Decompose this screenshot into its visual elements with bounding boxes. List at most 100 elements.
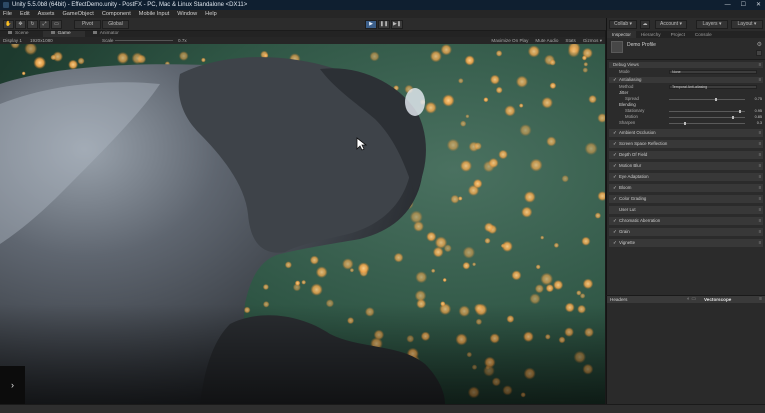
check-icon[interactable]: ✓ — [613, 196, 617, 201]
video-play-icon[interactable]: › — [0, 366, 25, 404]
monitor-menu-icon[interactable]: ≡ — [759, 296, 762, 303]
tab-inspector[interactable]: Inspector — [607, 31, 636, 38]
scale-tool-icon[interactable]: ⤢ — [39, 20, 50, 29]
stats-toggle[interactable]: Stats — [565, 37, 575, 44]
check-icon[interactable]: ✓ — [613, 130, 617, 135]
space-toggle[interactable]: Global — [102, 20, 129, 29]
effect-menu-icon[interactable]: ≡ — [758, 195, 761, 203]
spread-knob[interactable] — [714, 98, 717, 101]
menu-item-window[interactable]: Window — [177, 10, 197, 18]
antialiasing-header[interactable]: ✓ Antialiasing ≡ — [609, 77, 763, 83]
check-icon[interactable]: ✓ — [613, 174, 617, 179]
spread-slider[interactable] — [669, 98, 745, 101]
layout-dropdown[interactable]: Layout ▾ — [731, 20, 763, 29]
effect-row[interactable]: ✓ Ambient Occlusion ≡ — [609, 129, 763, 137]
check-icon[interactable]: ✓ — [613, 152, 617, 157]
resolution-dropdown[interactable]: 1920x1080 — [30, 37, 53, 44]
bokeh-particle — [424, 101, 437, 114]
tab-hierarchy[interactable]: Hierarchy — [636, 31, 666, 38]
mute-audio-toggle[interactable]: Mute Audio — [535, 37, 558, 44]
effect-row[interactable]: ✓ Chromatic Aberration ≡ — [609, 217, 763, 225]
account-dropdown[interactable]: Account ▾ — [655, 20, 687, 29]
display-dropdown[interactable]: Display 1 — [3, 37, 22, 44]
play-button[interactable]: ▶ — [365, 20, 377, 29]
effect-menu-icon[interactable]: ≡ — [758, 206, 761, 214]
layers-dropdown[interactable]: Layers ▾ — [696, 20, 728, 29]
game-viewport[interactable] — [0, 44, 605, 404]
menu-item-gameobject[interactable]: GameObject — [62, 10, 93, 18]
effect-menu-icon[interactable]: ≡ — [758, 140, 761, 148]
maximize-icon[interactable]: ☐ — [741, 0, 746, 10]
pivot-toggle[interactable]: Pivot — [74, 20, 101, 29]
tab-console[interactable]: Console — [690, 31, 717, 38]
scale-slider[interactable] — [115, 40, 173, 41]
menu-item-edit[interactable]: Edit — [20, 10, 30, 18]
effect-row[interactable]: ✓ Bloom ≡ — [609, 184, 763, 192]
sharpen-value[interactable]: 0.3 — [757, 120, 762, 126]
bokeh-particle — [553, 242, 560, 248]
effect-row[interactable]: ✓ Eye Adaptation ≡ — [609, 173, 763, 181]
check-icon[interactable]: ✓ — [613, 185, 617, 190]
check-icon[interactable] — [613, 207, 617, 211]
effect-menu-icon[interactable]: ≡ — [758, 239, 761, 247]
check-icon[interactable]: ✓ — [613, 240, 617, 245]
effect-menu-icon[interactable]: ≡ — [758, 129, 761, 137]
stationary-knob[interactable] — [739, 110, 742, 113]
tab-project[interactable]: Project — [666, 31, 690, 38]
effect-row[interactable]: ✓ Color Grading ≡ — [609, 195, 763, 203]
effect-menu-icon[interactable]: ≡ — [758, 217, 761, 225]
effect-row[interactable]: ✓ Depth Of Field ≡ — [609, 151, 763, 159]
menu-item-component[interactable]: Component — [102, 10, 131, 18]
effect-menu-icon[interactable]: ≡ — [758, 184, 761, 192]
cloud-icon[interactable]: ☁ — [640, 20, 650, 29]
gizmos-dropdown[interactable]: Gizmos ▾ — [583, 37, 602, 44]
pause-button[interactable]: ❚❚ — [378, 20, 390, 29]
effect-row[interactable]: User Lut ≡ — [609, 206, 763, 214]
monitor-tab-vectorscope[interactable]: Vectorscope — [704, 296, 731, 303]
check-icon[interactable]: ✓ — [613, 163, 617, 168]
check-icon[interactable]: ✓ — [613, 218, 617, 223]
mode-dropdown[interactable]: None — [669, 70, 757, 74]
bokeh-particle — [488, 157, 499, 169]
rect-tool-icon[interactable]: ▭ — [51, 20, 62, 29]
effect-menu-icon[interactable]: ≡ — [758, 151, 761, 159]
method-dropdown[interactable]: Temporal Anti-aliasing — [669, 85, 757, 89]
check-icon[interactable]: ✓ — [613, 229, 617, 234]
effect-row[interactable]: ✓ Screen Space Reflection ≡ — [609, 140, 763, 148]
debug-views-menu-icon[interactable]: ≡ — [758, 62, 761, 68]
close-icon[interactable]: ✕ — [756, 0, 761, 10]
effect-row[interactable]: ✓ Motion Blur ≡ — [609, 162, 763, 170]
maximize-on-play-toggle[interactable]: Maximize On Play — [491, 37, 528, 44]
open-button[interactable] — [756, 50, 762, 56]
effect-menu-icon[interactable]: ≡ — [758, 228, 761, 236]
bokeh-particle — [484, 222, 494, 233]
minimize-icon[interactable]: — — [725, 0, 731, 10]
antialiasing-menu-icon[interactable]: ≡ — [758, 77, 761, 83]
monitor-tab-headers[interactable]: Headers — [610, 296, 627, 303]
check-icon[interactable]: ✓ — [613, 141, 617, 146]
bokeh-particle — [432, 246, 444, 258]
menu-item-help[interactable]: Help — [205, 10, 217, 18]
step-button[interactable]: ▶❚ — [391, 20, 403, 29]
sharpen-knob[interactable] — [683, 122, 686, 125]
stationary-slider[interactable] — [669, 110, 745, 113]
motion-knob[interactable] — [731, 116, 734, 119]
menu-item-assets[interactable]: Assets — [38, 10, 55, 18]
menu-item-mobile-input[interactable]: Mobile Input — [139, 10, 169, 18]
effect-row[interactable]: ✓ Grain ≡ — [609, 228, 763, 236]
blending-label: Blending — [619, 102, 636, 107]
effect-row[interactable]: ✓ Vignette ≡ — [609, 239, 763, 247]
check-icon[interactable]: ✓ — [613, 77, 617, 82]
effect-menu-icon[interactable]: ≡ — [758, 173, 761, 181]
move-tool-icon[interactable]: ✥ — [15, 20, 26, 29]
monitor-toggle-icons[interactable]: ◐ ▭ — [687, 296, 696, 303]
gear-icon[interactable]: ⚙ — [757, 41, 762, 48]
collab-button[interactable]: Collab ▾ — [609, 20, 637, 29]
rotate-tool-icon[interactable]: ↻ — [27, 20, 38, 29]
effect-menu-icon[interactable]: ≡ — [758, 162, 761, 170]
hand-tool-icon[interactable]: ✋ — [3, 20, 14, 29]
debug-views-header[interactable]: Debug Views ≡ — [609, 62, 763, 68]
sharpen-slider[interactable] — [669, 122, 745, 125]
menu-item-file[interactable]: File — [3, 10, 12, 18]
motion-slider[interactable] — [669, 116, 745, 119]
